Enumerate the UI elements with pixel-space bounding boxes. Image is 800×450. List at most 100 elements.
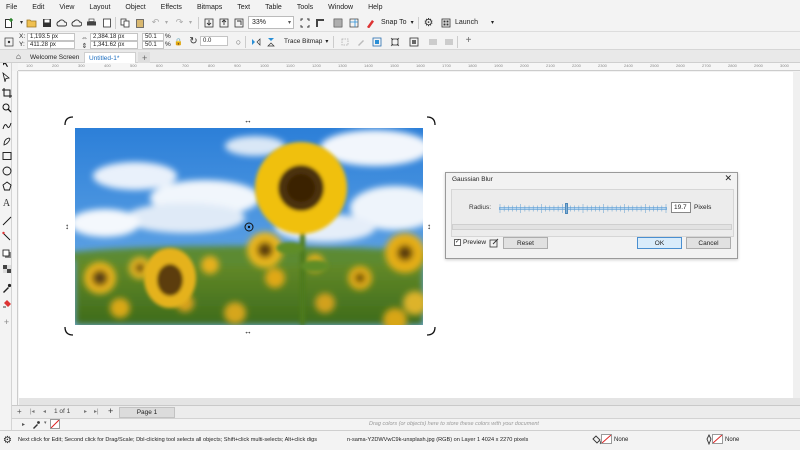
resample-frame-icon[interactable] (408, 36, 419, 47)
menu-window[interactable]: Window (328, 4, 353, 11)
show-guidelines-icon[interactable] (348, 17, 359, 28)
freehand-tool-icon[interactable] (1, 120, 12, 131)
show-rulers-icon[interactable] (314, 17, 325, 28)
expand-arrow-icon[interactable]: ▸ (22, 421, 25, 428)
skew-handle-right[interactable]: ↕ (427, 222, 431, 231)
tab-welcome-screen[interactable]: Welcome Screen (26, 52, 82, 63)
trace-bitmap-dropdown[interactable]: Trace Bitmap ▾ (284, 36, 328, 46)
redo-icon[interactable]: ↷ (174, 17, 185, 28)
menu-table[interactable]: Table (265, 4, 282, 11)
rotate-handle-top-right[interactable] (426, 116, 436, 128)
show-grid-icon[interactable] (332, 17, 343, 28)
text-tool-icon[interactable]: A (1, 198, 12, 209)
rotate-handle-bottom-right[interactable] (426, 326, 436, 338)
vertical-scrollbar[interactable] (793, 72, 800, 398)
horizontal-scrollbar[interactable] (19, 398, 800, 405)
undo-dropdown-icon[interactable]: ▾ (161, 17, 172, 28)
full-screen-preview-icon[interactable] (299, 17, 310, 28)
page-tab[interactable]: Page 1 (119, 407, 175, 418)
skew-handle-left[interactable]: ↕ (65, 222, 69, 231)
add-page-before-icon[interactable]: + (17, 407, 22, 416)
menu-help[interactable]: Help (368, 4, 382, 11)
origin-icon[interactable]: ○ (233, 36, 244, 47)
radius-input[interactable]: 19.7 (671, 202, 691, 213)
transparency-tool-icon[interactable] (1, 263, 12, 274)
horizontal-ruler[interactable]: 100 200 300 400 500 600 700 800 900 1000 1100 1200 1… (18, 63, 800, 71)
crop-bitmap-icon[interactable] (339, 36, 350, 47)
skew-handle-bottom[interactable]: ↔ (244, 327, 252, 336)
fill-color-swatch[interactable] (601, 434, 612, 444)
previous-page-icon[interactable]: ◂ (43, 408, 46, 415)
snap-magnet-icon[interactable] (364, 17, 375, 28)
height-field[interactable]: 1,341.62 px (90, 41, 138, 49)
menu-layout[interactable]: Layout (89, 4, 110, 11)
tab-untitled[interactable]: Untitled-1* (84, 52, 136, 63)
first-page-icon[interactable]: |◂ (30, 408, 35, 415)
open-folder-icon[interactable] (26, 17, 37, 28)
new-document-icon[interactable] (3, 17, 14, 28)
shadow-tool-icon[interactable] (1, 248, 12, 259)
cancel-button[interactable]: Cancel (686, 237, 731, 249)
menu-tools[interactable]: Tools (297, 4, 313, 11)
lock-ratio-icon[interactable]: 🔒 (173, 36, 184, 47)
artistic-media-icon[interactable] (1, 135, 12, 146)
redo-dropdown-icon[interactable]: ▾ (185, 17, 196, 28)
interactive-fill-icon[interactable] (1, 297, 12, 308)
home-icon[interactable]: ⌂ (16, 52, 21, 61)
resample-icon[interactable] (389, 36, 400, 47)
scale-x-field[interactable]: 50.1 (142, 33, 164, 41)
export-to-icon[interactable] (233, 17, 244, 28)
menu-object[interactable]: Object (125, 4, 145, 11)
menu-bitmaps[interactable]: Bitmaps (197, 4, 222, 11)
menu-text[interactable]: Text (237, 4, 250, 11)
slider-thumb[interactable] (565, 203, 568, 214)
add-tool-icon[interactable]: + (1, 316, 12, 327)
rectangle-tool-icon[interactable] (1, 150, 12, 161)
mirror-horizontal-icon[interactable] (250, 36, 261, 47)
rotation-center-icon[interactable] (244, 222, 254, 234)
next-page-icon[interactable]: ▸ (84, 408, 87, 415)
rotation-field[interactable]: 0.0 (200, 36, 228, 46)
cloud-upload-icon[interactable] (56, 17, 67, 28)
last-page-icon[interactable]: ▸| (94, 408, 99, 415)
menu-edit[interactable]: Edit (32, 4, 44, 11)
bitmap-frame-icon[interactable] (371, 36, 382, 47)
object-position-icon[interactable] (3, 36, 14, 47)
outline-color-swatch[interactable] (712, 434, 723, 444)
launch-icon[interactable] (440, 17, 451, 28)
y-position-field[interactable]: 411.28 px (27, 41, 75, 49)
publish-pdf-icon[interactable] (101, 17, 112, 28)
gear-icon[interactable]: ⚙ (3, 435, 12, 446)
connector-tool-icon[interactable] (1, 230, 12, 241)
preview-checkbox[interactable]: ✓ (454, 239, 461, 246)
zoom-tool-icon[interactable] (1, 102, 12, 113)
vertical-ruler[interactable] (12, 71, 18, 405)
skew-handle-top[interactable]: ↔ (244, 116, 252, 125)
mirror-vertical-icon[interactable] (265, 36, 276, 47)
crop-tool-icon[interactable] (1, 87, 12, 98)
menu-effects[interactable]: Effects (161, 4, 182, 11)
cloud-download-icon[interactable] (71, 17, 82, 28)
parallel-dimension-icon[interactable] (1, 215, 12, 226)
zoom-level-dropdown[interactable]: 33% ▾ (248, 16, 294, 29)
save-icon[interactable] (41, 17, 52, 28)
copy-icon[interactable] (120, 17, 131, 28)
snap-to-dropdown[interactable]: Snap To ▾ (381, 16, 414, 29)
add-page-after-icon[interactable]: + (108, 406, 113, 416)
paste-icon[interactable] (134, 17, 145, 28)
palette-dropdown-icon[interactable]: ▾ (44, 420, 47, 426)
ellipse-tool-icon[interactable] (1, 165, 12, 176)
gear-icon[interactable]: ⚙ (423, 17, 434, 29)
x-position-field[interactable]: 1,193.5 px (27, 33, 75, 41)
reset-button[interactable]: Reset (503, 237, 548, 249)
width-field[interactable]: 2,384.18 px (90, 33, 138, 41)
launch-dropdown[interactable]: Launch ▾ (455, 16, 494, 29)
scale-y-field[interactable]: 50.1 (142, 41, 164, 49)
export-icon[interactable] (218, 17, 229, 28)
print-icon[interactable] (86, 17, 97, 28)
close-icon[interactable]: ✕ (724, 173, 732, 184)
ok-button[interactable]: OK (637, 237, 682, 249)
undo-icon[interactable]: ↶ (150, 17, 161, 28)
import-icon[interactable] (203, 17, 214, 28)
shape-tool-icon[interactable] (1, 71, 12, 82)
